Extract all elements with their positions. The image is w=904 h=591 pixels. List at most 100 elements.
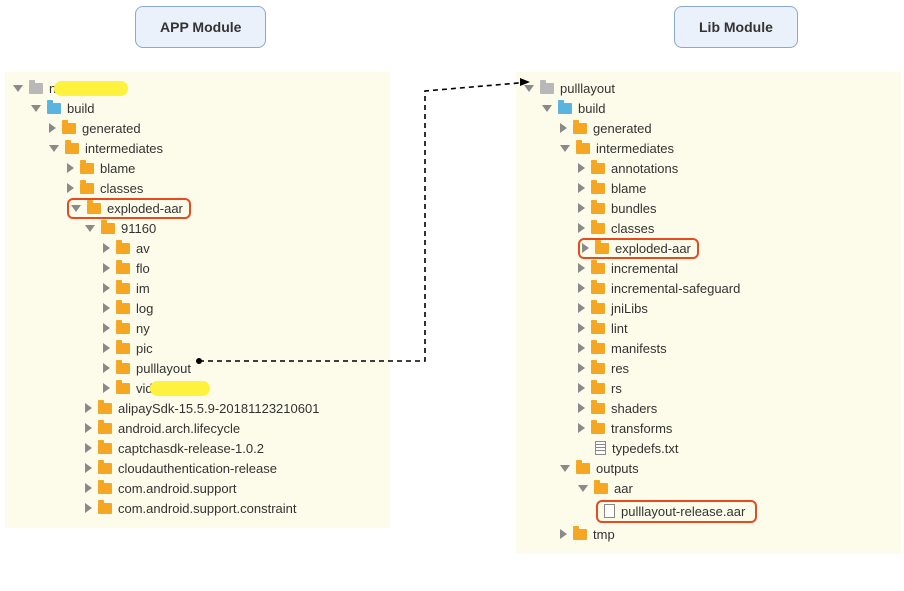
- expand-arrow-right-icon[interactable]: [560, 123, 567, 133]
- expand-arrow-right-icon[interactable]: [578, 203, 585, 213]
- tree-row[interactable]: aar: [524, 478, 893, 498]
- tree-row[interactable]: bundles: [524, 198, 893, 218]
- tree-row[interactable]: av: [13, 238, 382, 258]
- tree-row[interactable]: generated: [13, 118, 382, 138]
- folder-icon: [116, 243, 130, 254]
- expand-arrow-right-icon[interactable]: [578, 283, 585, 293]
- tree-row[interactable]: lint: [524, 318, 893, 338]
- tree-row[interactable]: outputs: [524, 458, 893, 478]
- tree-row[interactable]: pic: [13, 338, 382, 358]
- highlight-exploded-aar: exploded-aar: [578, 238, 699, 259]
- tree-row[interactable]: alipaySdk-15.5.9-20181123210601: [13, 398, 382, 418]
- no-arrow: [578, 445, 589, 452]
- tree-row[interactable]: 91160: [13, 218, 382, 238]
- tree-row[interactable]: vid: [13, 378, 382, 398]
- expand-arrow-right-icon[interactable]: [578, 163, 585, 173]
- tree-row[interactable]: log: [13, 298, 382, 318]
- expand-arrow-right-icon[interactable]: [103, 323, 110, 333]
- tree-row[interactable]: annotations: [524, 158, 893, 178]
- tree-row[interactable]: incremental-safeguard: [524, 278, 893, 298]
- tree-row[interactable]: com.android.support: [13, 478, 382, 498]
- expand-arrow-right-icon[interactable]: [103, 343, 110, 353]
- expand-arrow-right-icon[interactable]: [85, 423, 92, 433]
- tree-row[interactable]: intermediates: [524, 138, 893, 158]
- tree-row[interactable]: intermediates: [13, 138, 382, 158]
- expand-arrow-right-icon[interactable]: [103, 243, 110, 253]
- node-label: 91160: [121, 221, 156, 236]
- tree-row[interactable]: incremental: [524, 258, 893, 278]
- expand-arrow-right-icon[interactable]: [85, 483, 92, 493]
- expand-arrow-down-icon[interactable]: [49, 145, 59, 152]
- expand-arrow-down-icon[interactable]: [524, 85, 534, 92]
- expand-arrow-right-icon[interactable]: [49, 123, 56, 133]
- tree-row[interactable]: jniLibs: [524, 298, 893, 318]
- tree-row[interactable]: android.arch.lifecycle: [13, 418, 382, 438]
- tree-row[interactable]: tmp: [524, 524, 893, 544]
- expand-arrow-right-icon[interactable]: [578, 423, 585, 433]
- expand-arrow-right-icon[interactable]: [85, 443, 92, 453]
- expand-arrow-right-icon[interactable]: [578, 323, 585, 333]
- expand-arrow-right-icon[interactable]: [103, 383, 110, 393]
- tree-row[interactable]: transforms: [524, 418, 893, 438]
- tree-row[interactable]: exploded-aar: [13, 198, 382, 218]
- highlight-aar-file: pulllayout-release.aar: [596, 500, 757, 523]
- expand-arrow-right-icon[interactable]: [560, 529, 567, 539]
- expand-arrow-down-icon[interactable]: [578, 485, 588, 492]
- tree-row[interactable]: shaders: [524, 398, 893, 418]
- expand-arrow-right-icon[interactable]: [85, 503, 92, 513]
- expand-arrow-right-icon[interactable]: [578, 223, 585, 233]
- expand-arrow-down-icon[interactable]: [71, 205, 81, 212]
- tree-row[interactable]: generated: [524, 118, 893, 138]
- tree-row[interactable]: n: [13, 78, 382, 98]
- folder-icon: [98, 463, 112, 474]
- tree-row[interactable]: exploded-aar: [524, 238, 893, 258]
- app-tree-panel: n build generated intermediates blame cl…: [5, 72, 390, 528]
- folder-icon: [47, 103, 61, 114]
- expand-arrow-right-icon[interactable]: [578, 363, 585, 373]
- expand-arrow-right-icon[interactable]: [578, 303, 585, 313]
- expand-arrow-right-icon[interactable]: [103, 363, 110, 373]
- tree-row[interactable]: com.android.support.constraint: [13, 498, 382, 518]
- tree-row[interactable]: blame: [13, 158, 382, 178]
- redaction-highlight: [54, 81, 128, 96]
- tree-row[interactable]: typedefs.txt: [524, 438, 893, 458]
- tree-row[interactable]: build: [524, 98, 893, 118]
- expand-arrow-down-icon[interactable]: [560, 145, 570, 152]
- expand-arrow-right-icon[interactable]: [103, 263, 110, 273]
- tree-row[interactable]: rs: [524, 378, 893, 398]
- tree-row[interactable]: res: [524, 358, 893, 378]
- tree-row[interactable]: flo: [13, 258, 382, 278]
- expand-arrow-right-icon[interactable]: [103, 283, 110, 293]
- tree-row[interactable]: pulllayout: [13, 358, 382, 378]
- expand-arrow-right-icon[interactable]: [67, 163, 74, 173]
- tree-row[interactable]: pulllayout: [524, 78, 893, 98]
- expand-arrow-right-icon[interactable]: [578, 183, 585, 193]
- tree-row[interactable]: captchasdk-release-1.0.2: [13, 438, 382, 458]
- expand-arrow-right-icon[interactable]: [103, 303, 110, 313]
- tree-row[interactable]: im: [13, 278, 382, 298]
- node-label: im: [136, 281, 150, 296]
- tree-row[interactable]: manifests: [524, 338, 893, 358]
- expand-arrow-down-icon[interactable]: [31, 105, 41, 112]
- tree-row[interactable]: classes: [13, 178, 382, 198]
- expand-arrow-down-icon[interactable]: [85, 225, 95, 232]
- expand-arrow-right-icon[interactable]: [578, 383, 585, 393]
- expand-arrow-right-icon[interactable]: [578, 263, 585, 273]
- expand-arrow-down-icon[interactable]: [13, 85, 23, 92]
- tree-row[interactable]: ny: [13, 318, 382, 338]
- expand-arrow-right-icon[interactable]: [578, 403, 585, 413]
- expand-arrow-right-icon[interactable]: [582, 243, 589, 253]
- expand-arrow-right-icon[interactable]: [85, 463, 92, 473]
- expand-arrow-down-icon[interactable]: [560, 465, 570, 472]
- folder-icon: [29, 83, 43, 94]
- tree-row[interactable]: blame: [524, 178, 893, 198]
- expand-arrow-right-icon[interactable]: [578, 343, 585, 353]
- tree-row[interactable]: cloudauthentication-release: [13, 458, 382, 478]
- folder-icon: [591, 323, 605, 334]
- tree-row[interactable]: build: [13, 98, 382, 118]
- expand-arrow-right-icon[interactable]: [67, 183, 74, 193]
- tree-row[interactable]: classes: [524, 218, 893, 238]
- expand-arrow-down-icon[interactable]: [542, 105, 552, 112]
- tree-row[interactable]: pulllayout-release.aar: [524, 498, 893, 524]
- expand-arrow-right-icon[interactable]: [85, 403, 92, 413]
